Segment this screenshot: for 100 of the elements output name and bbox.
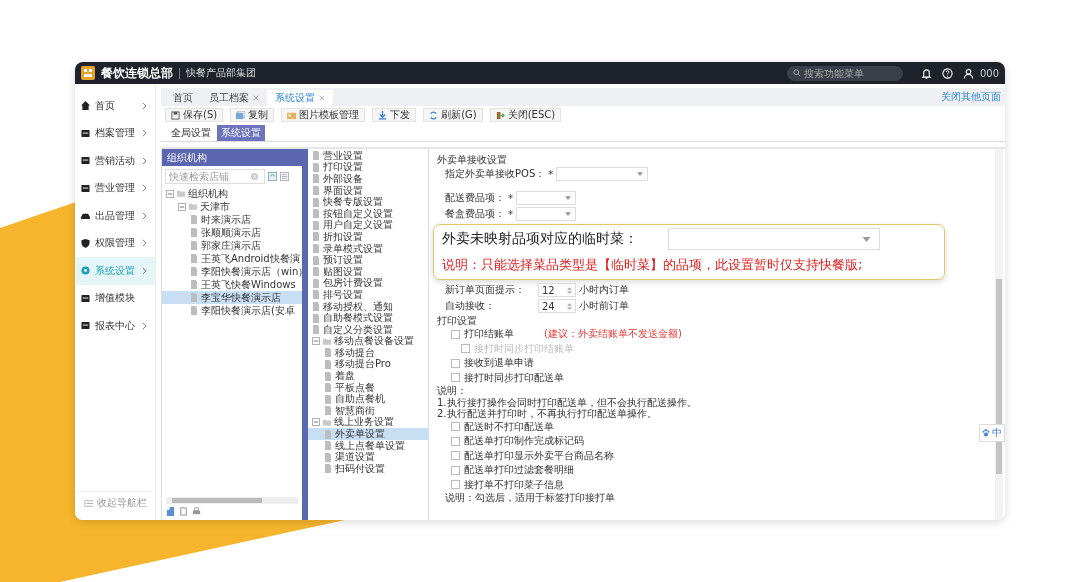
tree-item[interactable]: 移动点餐设备设置 [308,335,428,348]
user-icon[interactable] [962,67,974,79]
collapse-icon[interactable] [312,337,320,346]
tree-item[interactable]: 郭家庄演示店 [162,239,302,252]
toolbar-button[interactable]: 刷新(G) [423,108,483,122]
sidebar-item[interactable]: 增值模块 [75,284,155,312]
tree-item[interactable]: 李宝华快餐演示店 [162,291,302,304]
tree-item[interactable]: 王英飞Android快餐演 [162,252,302,265]
chevron-icon [142,266,147,275]
building-icon[interactable] [166,507,175,516]
sidebar-item[interactable]: 首页 [75,92,155,120]
tab[interactable]: 系统设置 [217,124,265,141]
organization-name: 快餐产品部集团 [186,66,256,80]
tree-item[interactable]: 自定义分类设置 [308,323,428,336]
tree-item[interactable]: 时来演示店 [162,213,302,226]
select-field[interactable] [516,207,576,221]
toolbar-button[interactable]: 图片模板管理 [281,108,366,122]
tab[interactable]: 员工档案 [201,90,267,106]
close-others-link[interactable]: 关闭其他页面 [941,90,1001,104]
tree-item[interactable]: 外部设备 [308,173,428,185]
number-field[interactable]: 12 [538,283,576,297]
bell-icon[interactable] [920,67,932,79]
chevron-icon [142,156,147,165]
number-field[interactable]: 24 [538,299,576,313]
search-field[interactable]: 快速检索店铺 [165,169,265,184]
checkbox[interactable]: 接打单不打印菜子信息 [451,477,564,492]
clear-icon[interactable] [251,173,258,180]
close-icon[interactable] [253,95,259,101]
checkbox[interactable]: 配送时不打印配送单 [451,419,554,434]
tree-item[interactable]: 扫码付设置 [308,463,428,475]
checkbox[interactable]: 配送单打印显示外卖平台商品名称 [451,448,614,463]
toolbar-button[interactable]: 复制 [230,108,275,122]
sidebar-item[interactable]: 报表中心 [75,312,155,340]
tree-item[interactable]: 天津市 [162,200,302,213]
collapse-icon[interactable] [166,189,174,198]
tree-item[interactable]: 外卖单设置 [308,428,428,440]
stepper-icon[interactable] [567,301,572,311]
tree-item[interactable]: 王英飞快餐Windows [162,278,302,291]
tree-item[interactable]: 移动提台Pro [308,358,428,371]
select-field[interactable] [556,167,649,181]
collapse-icon[interactable] [178,202,186,211]
unit-label: 小时前订单 [579,299,629,313]
tree-item[interactable]: 折扣设置 [308,231,428,243]
help-icon[interactable] [941,67,953,79]
tree-item[interactable]: 打印设置 [308,161,428,174]
required-mark: * [508,208,513,220]
tree-item[interactable]: 组织机构 [162,187,302,200]
tree-item[interactable]: 自助点餐机 [308,393,428,406]
user-name[interactable]: 000 [979,67,999,79]
gear-icon [81,266,90,276]
tree-item[interactable]: 包房计费设置 [308,277,428,290]
tree-item[interactable]: 张顺顺演示店 [162,226,302,239]
checkbox[interactable]: 接打时同步打印配送单 [451,370,564,385]
field-label: 餐盒费品项： [445,207,505,221]
sidebar-item[interactable]: 档案管理 [75,119,155,147]
tree-item[interactable]: 线上业务设置 [308,416,428,429]
tab[interactable]: 首页 [165,90,201,106]
tree-item[interactable]: 按钮自定义设置 [308,207,428,220]
close-icon[interactable] [319,95,325,101]
input-method-badge[interactable]: 中 [979,424,1005,442]
scrollbar[interactable] [166,497,298,504]
select-field[interactable] [516,191,576,205]
checkbox[interactable]: 打印结账单 [451,327,514,342]
tree-item[interactable]: 贴图设置 [308,265,428,278]
search-field[interactable]: 搜索功能菜单 [786,65,903,81]
sidebar-item[interactable]: 权限管理 [75,229,155,257]
tree-item[interactable]: 李阳快餐演示店（win） [162,265,302,278]
tab[interactable]: 系统设置 [267,90,333,106]
printer-icon[interactable] [192,507,201,516]
sidebar-item[interactable]: 营销活动 [75,147,155,175]
tree-item[interactable]: 移动提台 [308,347,428,359]
tab[interactable]: 全局设置 [167,124,215,141]
tree-item[interactable]: 渠道设置 [308,451,428,464]
sidebar-item[interactable]: 营业管理 [75,174,155,202]
checkbox[interactable]: 配送单打印过滤套餐明细 [451,463,574,478]
tree-item[interactable]: 界面设置 [308,184,428,197]
tree-item[interactable]: 线上点餐单设置 [308,439,428,452]
tree-item[interactable]: 营业设置 [308,150,428,162]
tree-item[interactable]: 排号设置 [308,289,428,301]
toolbar-button[interactable]: 关闭(ESC) [489,108,562,122]
select-field[interactable] [668,228,880,250]
tree-item[interactable]: 预订设置 [308,254,428,266]
tree-item[interactable]: 智慧商街 [308,405,428,417]
tree-item[interactable]: 用户自定义设置 [308,219,428,232]
toolbar-button[interactable]: 保存(S) [165,108,224,122]
tree-item[interactable]: 着盘 [308,370,428,382]
document-icon[interactable] [179,507,188,516]
tree-item[interactable]: 移动授权、通知 [308,300,428,313]
list-icon[interactable] [280,172,289,181]
stepper-icon[interactable] [567,285,572,295]
tree-item[interactable]: 平板点餐 [308,381,428,394]
collapse-icon[interactable] [312,418,320,427]
tree-item[interactable]: 录单模式设置 [308,242,428,255]
tree-item[interactable]: 快餐专版设置 [308,196,428,208]
checkbox[interactable]: 配送单打印制作完成标记码 [451,434,584,449]
sidebar-item[interactable]: 出品管理 [75,202,155,230]
tree-item[interactable]: 自助餐模式设置 [308,312,428,324]
toolbar-button[interactable]: 下发 [372,108,417,122]
checkbox[interactable]: 接收到退单申请 [451,356,534,371]
tree-item[interactable]: 李阳快餐演示店(安卓 [162,304,302,317]
